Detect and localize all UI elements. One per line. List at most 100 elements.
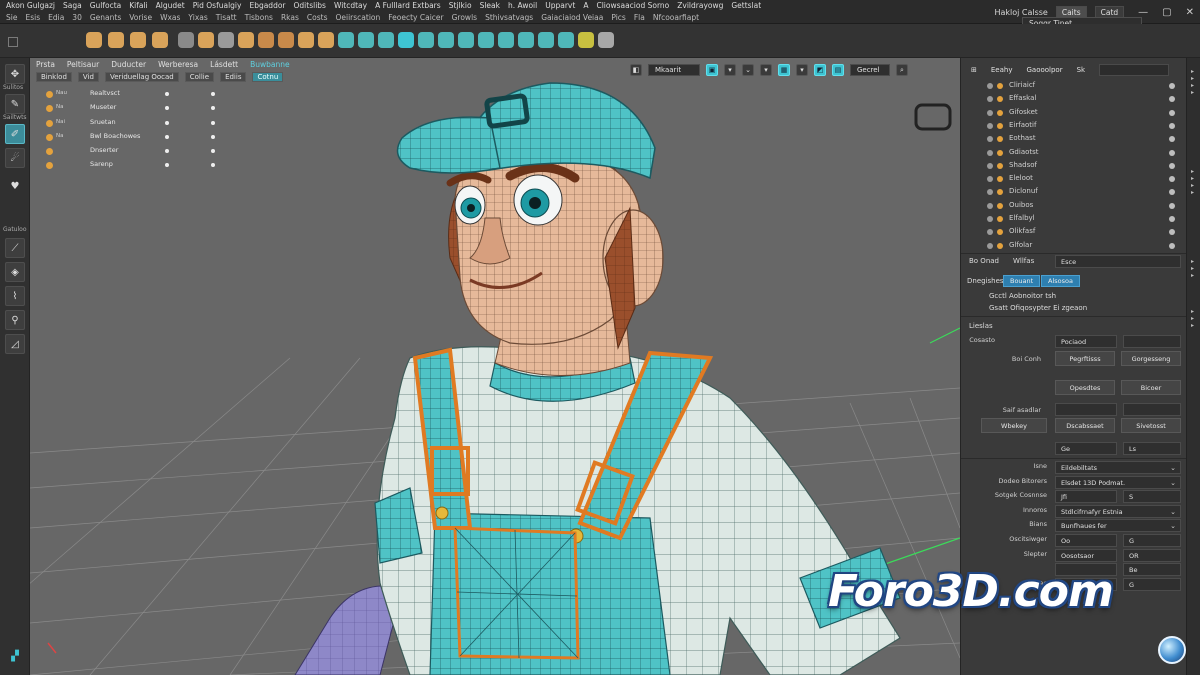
move-icon[interactable] bbox=[378, 32, 394, 48]
row2-button2[interactable]: Gorgesseng bbox=[1121, 351, 1181, 366]
visibility-dot-icon[interactable] bbox=[165, 134, 169, 139]
bend-tool-icon[interactable]: ⌇ bbox=[5, 286, 25, 306]
channel-visibility-icon[interactable] bbox=[1169, 122, 1175, 129]
move-tool-icon[interactable]: ✥ bbox=[5, 64, 25, 84]
dropdown-icon-2[interactable]: ▾ bbox=[760, 64, 772, 76]
row6-field1[interactable]: Ge bbox=[1055, 442, 1117, 455]
panel-filter-input[interactable] bbox=[1099, 64, 1170, 76]
property-field-2[interactable]: G bbox=[1123, 577, 1181, 591]
channel-toggle-icon[interactable] bbox=[987, 109, 993, 116]
channel-row[interactable]: Gdiaotst bbox=[973, 147, 1179, 160]
freeze-icon[interactable] bbox=[318, 32, 334, 48]
viewport-tab[interactable]: Collie bbox=[184, 72, 215, 82]
viewport-tab[interactable]: Binklod bbox=[36, 72, 72, 82]
lock-dot-icon[interactable] bbox=[211, 134, 215, 139]
lock-dot-icon[interactable] bbox=[211, 120, 215, 125]
menu-item[interactable]: Oditslibs bbox=[294, 0, 326, 12]
module-menu-item[interactable]: Nfcooarfiapt bbox=[653, 12, 699, 24]
channel-row[interactable]: Eothast bbox=[973, 133, 1179, 146]
flatten-icon[interactable] bbox=[278, 32, 294, 48]
channel-toggle-icon[interactable] bbox=[987, 242, 993, 249]
maximize-icon[interactable]: ▢ bbox=[1162, 7, 1171, 18]
channel-toggle-icon[interactable] bbox=[987, 96, 993, 103]
menu-item[interactable]: Gulfocta bbox=[90, 0, 122, 12]
tab-blue-1[interactable]: Bouant bbox=[1003, 275, 1041, 287]
visibility-dot-icon[interactable] bbox=[165, 149, 169, 154]
viewport-tab[interactable]: Ediis bbox=[220, 72, 247, 82]
menu-item[interactable]: h. Awoil bbox=[508, 0, 537, 12]
visibility-dot-icon[interactable] bbox=[165, 120, 169, 125]
channel-row[interactable]: Effaskal bbox=[973, 93, 1179, 106]
property-field-2[interactable]: G bbox=[1123, 534, 1181, 547]
property-field-2[interactable]: OR bbox=[1123, 548, 1181, 562]
pinch-icon[interactable] bbox=[258, 32, 274, 48]
channel-row[interactable]: Shadsof bbox=[973, 160, 1179, 173]
side-tab-icon-4[interactable]: ▸▸▸ bbox=[1189, 308, 1196, 329]
channel-toggle-icon[interactable] bbox=[987, 149, 993, 156]
pin-tool-icon[interactable]: ⚲ bbox=[5, 310, 25, 330]
row1-field2[interactable] bbox=[1123, 335, 1181, 348]
knife-icon[interactable] bbox=[338, 32, 354, 48]
outliner-row[interactable]: Dnserter bbox=[40, 145, 240, 159]
module-menu-item[interactable]: Oeiirscation bbox=[335, 12, 380, 24]
menu-item[interactable]: Gettslat bbox=[731, 0, 761, 12]
module-menu-item[interactable]: Esis bbox=[25, 12, 40, 24]
menu-item[interactable]: Upparvt bbox=[545, 0, 575, 12]
channel-visibility-icon[interactable] bbox=[1169, 202, 1175, 209]
menu-item[interactable]: Cliowsaaciod Sorno bbox=[596, 0, 669, 12]
wireframe-icon[interactable]: ▦ bbox=[778, 64, 790, 76]
channel-row[interactable]: Gifosket bbox=[973, 107, 1179, 120]
mask-icon[interactable] bbox=[298, 32, 314, 48]
channel-toggle-icon[interactable] bbox=[987, 83, 993, 89]
row4-field2[interactable] bbox=[1123, 403, 1181, 416]
property-field-2[interactable]: S bbox=[1123, 490, 1181, 504]
knife-tool-icon[interactable]: ⟋ bbox=[5, 238, 25, 258]
menu-item[interactable]: A bbox=[583, 0, 588, 12]
spray-icon[interactable] bbox=[538, 32, 554, 48]
viewport-menu-item[interactable]: Prsta bbox=[36, 60, 55, 69]
channel-visibility-icon[interactable] bbox=[1169, 189, 1175, 196]
mode-field[interactable]: Esce bbox=[1055, 255, 1181, 268]
relax-icon[interactable] bbox=[358, 32, 374, 48]
outliner-row[interactable]: Nau Realtvsct bbox=[40, 88, 240, 102]
fill-icon[interactable] bbox=[398, 32, 414, 48]
dropdown-icon[interactable]: ▾ bbox=[724, 64, 736, 76]
module-menu-item[interactable]: Vorise bbox=[129, 12, 152, 24]
channel-visibility-icon[interactable] bbox=[1169, 216, 1175, 222]
scrape-icon[interactable] bbox=[518, 32, 534, 48]
grid-icon[interactable]: ▤ bbox=[832, 64, 844, 76]
row3-button2[interactable]: Bicoer bbox=[1121, 380, 1181, 395]
module-menu-item[interactable]: Genants bbox=[90, 12, 121, 24]
clay-icon[interactable] bbox=[218, 32, 234, 48]
sculpt-tool-icon[interactable]: ✐ bbox=[5, 124, 25, 144]
side-tab-icon-3[interactable]: ▸▸▸ bbox=[1189, 258, 1196, 279]
brush-tan-3-icon[interactable] bbox=[130, 32, 146, 48]
foamy-icon[interactable] bbox=[498, 32, 514, 48]
property-dropdown[interactable]: Stdlcifrnafyr Estnia ⌄ bbox=[1055, 504, 1181, 518]
viewport-tab[interactable]: Vid bbox=[77, 72, 99, 82]
stamp-icon[interactable] bbox=[478, 32, 494, 48]
outliner-row[interactable]: Na Bwl Boachowes bbox=[40, 131, 240, 145]
outliner-row[interactable]: Na Museter bbox=[40, 102, 240, 116]
view-cube-icon[interactable] bbox=[914, 103, 952, 131]
property-dropdown[interactable]: Elsdet 13D Podmat. ⌄ bbox=[1055, 475, 1181, 489]
smooth-icon[interactable] bbox=[198, 32, 214, 48]
module-menu-item[interactable]: Fla bbox=[634, 12, 645, 24]
channel-toggle-icon[interactable] bbox=[987, 136, 993, 143]
stamp-tool-icon[interactable]: ◈ bbox=[5, 262, 25, 282]
channel-visibility-icon[interactable] bbox=[1169, 176, 1175, 183]
side-tab-icon-1[interactable]: ▸▸▸▸ bbox=[1189, 68, 1196, 96]
crease-icon[interactable] bbox=[578, 32, 594, 48]
lighting-icon[interactable]: ◩ bbox=[814, 64, 826, 76]
module-menu-item[interactable]: Growls bbox=[452, 12, 477, 24]
channel-row[interactable]: Ouibos bbox=[973, 200, 1179, 213]
side-tab-icon-2[interactable]: ▸▸▸▸ bbox=[1189, 168, 1196, 196]
module-menu-item[interactable]: Tisbons bbox=[245, 12, 273, 24]
viewport-menu-item[interactable]: Buwbanne bbox=[250, 60, 290, 69]
lock-dot-icon[interactable] bbox=[211, 92, 215, 96]
menu-item[interactable]: Akon Gulgazj bbox=[6, 0, 55, 12]
erase-icon[interactable] bbox=[438, 32, 454, 48]
inflate-icon[interactable] bbox=[238, 32, 254, 48]
channel-row[interactable]: Diclonuf bbox=[973, 186, 1179, 199]
channel-row[interactable]: Cliriaicf bbox=[973, 80, 1179, 93]
